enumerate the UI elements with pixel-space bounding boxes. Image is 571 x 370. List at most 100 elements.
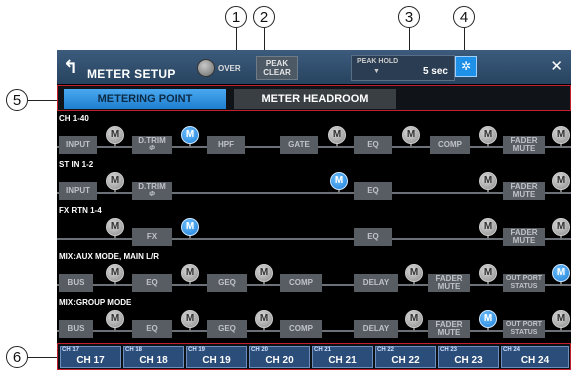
block-eq: EQ: [132, 274, 172, 292]
meter-point-button[interactable]: M: [106, 310, 124, 328]
tab-metering-point[interactable]: METERING POINT: [64, 89, 226, 109]
row-mix-group: BUS M EQ M GEQ M COMP DELAY M FADER MUTE …: [57, 307, 571, 338]
block-geq: GEQ: [207, 320, 247, 338]
dropdown-arrow-icon: ▼: [373, 68, 380, 75]
meter-point-button-selected[interactable]: M: [330, 172, 348, 190]
block-eq: EQ: [354, 182, 392, 200]
block-bus: BUS: [59, 274, 93, 292]
meter-point-button[interactable]: M: [479, 172, 497, 190]
channel-sub-label: CH 20: [251, 347, 269, 353]
meter-point-button[interactable]: M: [402, 126, 420, 144]
row-fx-rtn: M FX M EQ M FADER MUTE M: [57, 215, 571, 246]
meter-point-button[interactable]: M: [552, 126, 570, 144]
peak-hold-label: PEAK HOLD: [357, 58, 399, 65]
channel-sub-label: CH 19: [188, 347, 206, 353]
meter-setup-screen: ↰ METER SETUP OVER PEAK CLEAR PEAK HOLD …: [57, 50, 571, 370]
channel-button-ch20[interactable]: CH 20 CH 20: [249, 346, 310, 368]
channel-button-ch22[interactable]: CH 22 CH 22: [375, 346, 436, 368]
channel-sub-label: CH 23: [440, 347, 458, 353]
meter-point-button[interactable]: M: [255, 310, 273, 328]
meter-point-button-selected[interactable]: M: [479, 310, 497, 328]
meter-point-button[interactable]: M: [479, 126, 497, 144]
meter-point-button[interactable]: M: [405, 264, 423, 282]
channel-label: CH 17: [76, 355, 105, 366]
status-label: STATUS: [510, 283, 538, 290]
meter-point-button[interactable]: M: [106, 264, 124, 282]
meter-point-button[interactable]: M: [552, 310, 570, 328]
block-fader-mute: FADER MUTE: [503, 182, 545, 200]
stage: 1 2 3 4 5 6 ↰ METER SETUP OVER PEAK CLEA…: [0, 0, 571, 370]
channel-button-ch23[interactable]: CH 23 CH 23: [438, 346, 499, 368]
peak-clear-button[interactable]: PEAK CLEAR: [256, 56, 298, 80]
meter-point-button[interactable]: M: [106, 172, 124, 190]
channel-button-ch21[interactable]: CH 21 CH 21: [312, 346, 373, 368]
peak-clear-label-1: PEAK: [265, 59, 289, 68]
phase-label: Φ: [149, 191, 155, 198]
meter-point-button[interactable]: M: [181, 310, 199, 328]
block-hpf: HPF: [207, 136, 245, 154]
callout-line-6: [28, 357, 58, 358]
meter-point-button[interactable]: M: [106, 218, 124, 236]
block-delay: DELAY: [354, 274, 398, 292]
peak-hold-selector[interactable]: PEAK HOLD ▼ 5 sec: [351, 55, 455, 81]
block-fader-mute: FADER MUTE: [503, 228, 545, 246]
peak-clear-label-2: CLEAR: [263, 68, 291, 77]
channel-label: CH 23: [454, 355, 483, 366]
row-mix-aux: BUS M EQ M GEQ M COMP DELAY M FADER MUTE …: [57, 261, 571, 292]
channel-button-ch19[interactable]: CH 19 CH 19: [186, 346, 247, 368]
back-arrow-icon[interactable]: ↰: [63, 57, 78, 78]
channel-button-ch18[interactable]: CH 18 CH 18: [123, 346, 184, 368]
block-dtrim: D.TRIM Φ: [132, 136, 172, 154]
over-label: OVER: [218, 64, 241, 73]
block-eq: EQ: [354, 136, 392, 154]
meter-point-button[interactable]: M: [181, 264, 199, 282]
mute-label: MUTE: [512, 190, 536, 199]
callout-5: 5: [6, 89, 28, 111]
callout-1: 1: [225, 6, 247, 28]
header-bar: ↰ METER SETUP OVER PEAK CLEAR PEAK HOLD …: [57, 50, 571, 84]
block-comp: COMP: [280, 274, 322, 292]
meter-point-button[interactable]: M: [552, 218, 570, 236]
block-eq: EQ: [132, 320, 172, 338]
block-comp: COMP: [430, 136, 470, 154]
mute-label: MUTE: [512, 144, 536, 153]
meter-point-button[interactable]: M: [479, 218, 497, 236]
block-dtrim: D.TRIM Φ: [132, 182, 172, 200]
tab-bar: METERING POINT METER HEADROOM: [57, 85, 571, 111]
meter-point-button[interactable]: M: [552, 172, 570, 190]
callout-2: 2: [253, 6, 275, 28]
meter-point-button[interactable]: M: [479, 264, 497, 282]
meter-point-button-selected[interactable]: M: [181, 126, 199, 144]
channel-sub-label: CH 24: [503, 347, 521, 353]
meter-point-button[interactable]: M: [106, 126, 124, 144]
callout-3: 3: [398, 6, 420, 28]
meter-point-button-selected[interactable]: M: [552, 264, 570, 282]
channel-label: CH 22: [391, 355, 420, 366]
block-input: INPUT: [59, 136, 97, 154]
meter-point-button-selected[interactable]: M: [181, 218, 199, 236]
channel-selector-bar: CH 17 CH 17 CH 18 CH 18 CH 19 CH 19 CH 20 CH…: [57, 343, 571, 370]
channel-sub-label: CH 21: [314, 347, 332, 353]
channel-button-ch24[interactable]: CH 24 CH 24: [501, 346, 569, 368]
channel-label: CH 21: [328, 355, 357, 366]
tab-meter-headroom[interactable]: METER HEADROOM: [234, 89, 396, 109]
channel-label: CH 19: [202, 355, 231, 366]
block-fader-mute: FADER MUTE: [503, 136, 545, 154]
meter-point-button[interactable]: M: [328, 126, 346, 144]
block-delay: DELAY: [354, 320, 398, 338]
block-input: INPUT: [59, 182, 97, 200]
channel-button-ch17[interactable]: CH 17 CH 17: [60, 346, 121, 368]
block-gate: GATE: [280, 136, 318, 154]
status-label: STATUS: [510, 329, 538, 336]
meter-point-button[interactable]: M: [405, 310, 423, 328]
out-port-label: OUT PORT: [505, 275, 543, 282]
block-out-port-status: OUT PORT STATUS: [503, 320, 545, 338]
block-fader-mute: FADER MUTE: [428, 274, 470, 292]
block-geq: GEQ: [207, 274, 247, 292]
close-icon[interactable]: ✕: [550, 57, 563, 75]
gear-icon[interactable]: ✲: [455, 56, 477, 77]
block-fx: FX: [132, 228, 172, 246]
callout-4: 4: [453, 6, 475, 28]
mute-label: MUTE: [437, 328, 461, 337]
meter-point-button[interactable]: M: [255, 264, 273, 282]
